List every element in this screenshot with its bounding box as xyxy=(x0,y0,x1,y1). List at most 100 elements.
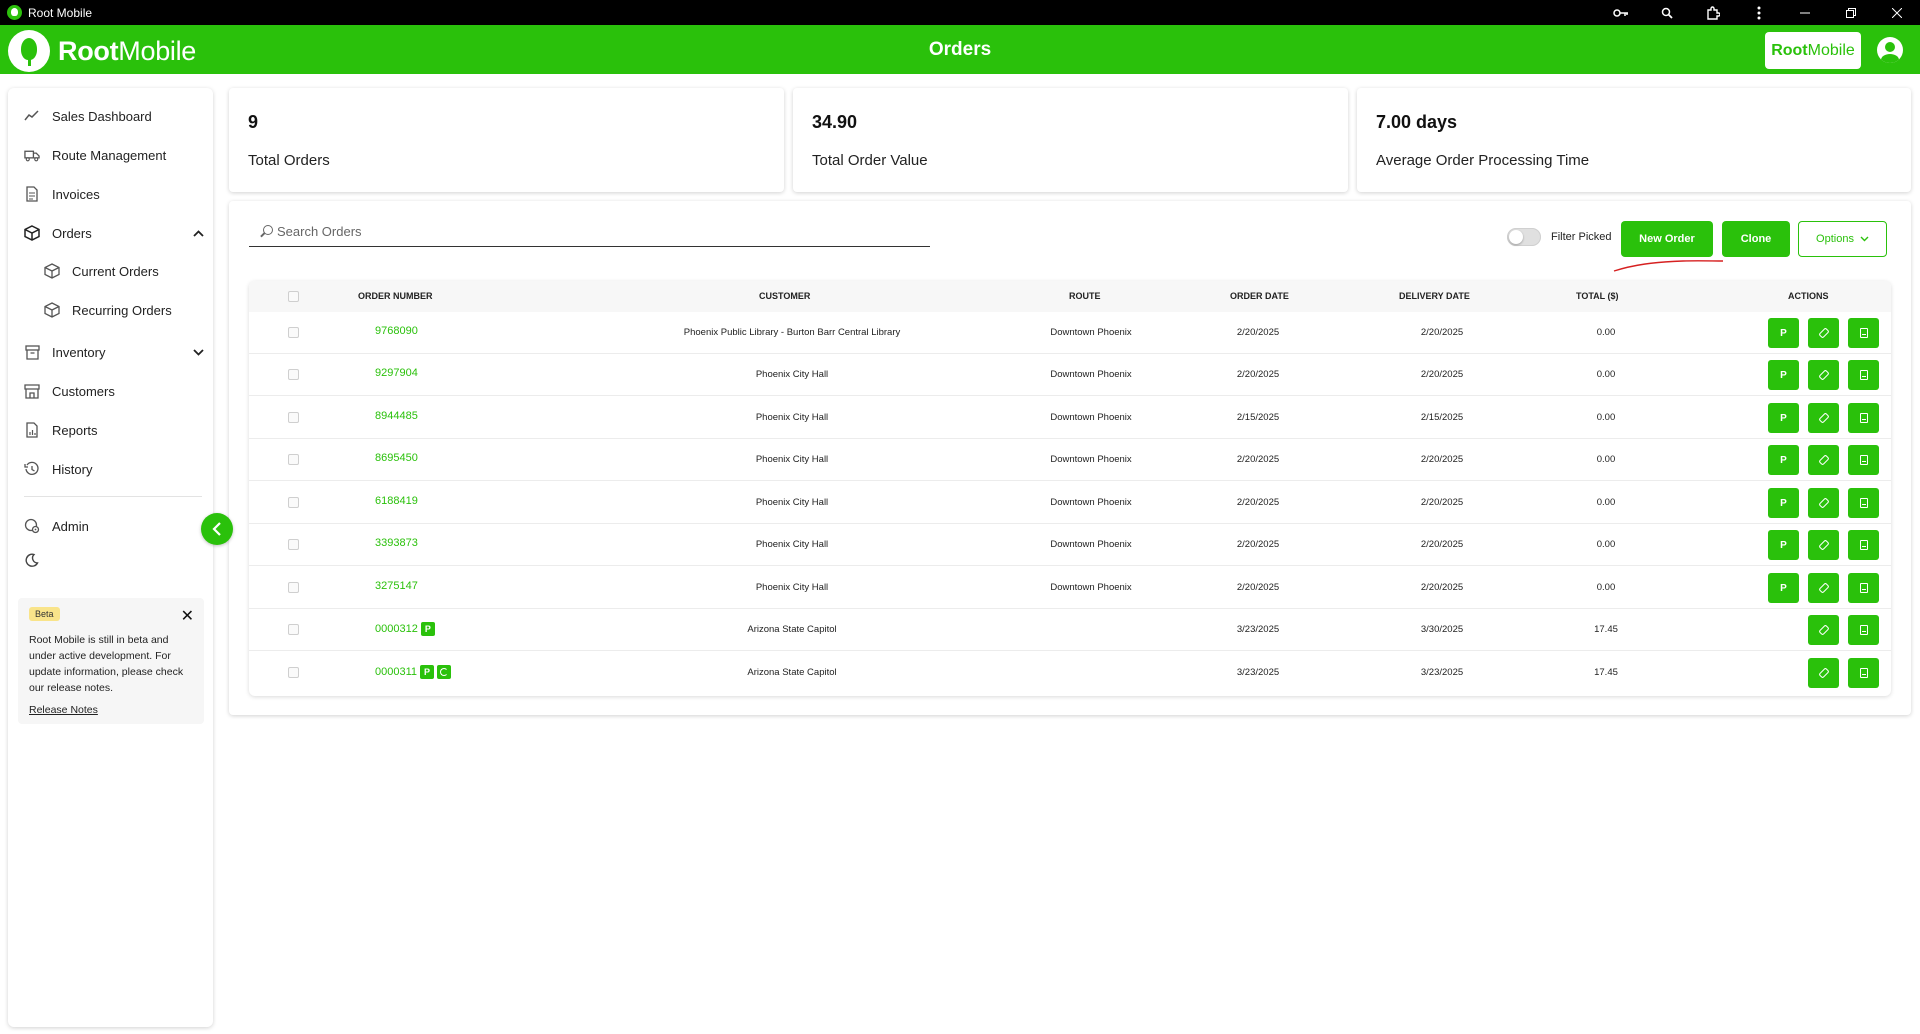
invoice-button[interactable] xyxy=(1848,488,1879,518)
order-number-link[interactable]: 0000312 P xyxy=(375,622,435,636)
window-title: Root Mobile xyxy=(28,5,93,20)
invoice-button[interactable] xyxy=(1848,658,1879,688)
minimize-icon[interactable] xyxy=(1782,0,1828,25)
table-row[interactable]: 0000312 P Arizona State Capitol 3/23/2025 3/… xyxy=(249,609,1891,651)
sidebar-item-label: Sales Dashboard xyxy=(52,108,152,124)
tag-button[interactable] xyxy=(1808,318,1839,348)
pick-button[interactable]: P xyxy=(1768,360,1799,390)
collapse-sidebar-button[interactable] xyxy=(201,513,233,545)
dark-mode-toggle[interactable] xyxy=(24,548,54,572)
tag-button[interactable] xyxy=(1808,445,1839,475)
select-all-checkbox[interactable] xyxy=(288,291,299,302)
order-number-link[interactable]: 8944485 xyxy=(375,410,418,422)
order-number-link[interactable]: 9768090 xyxy=(375,325,418,337)
sidebar-item-customers[interactable]: Customers xyxy=(24,379,204,403)
tag-button[interactable] xyxy=(1808,658,1839,688)
extensions-icon[interactable] xyxy=(1690,0,1736,25)
sidebar-item-reports[interactable]: Reports xyxy=(24,418,204,442)
moon-icon xyxy=(24,552,40,568)
tag-button[interactable] xyxy=(1808,530,1839,560)
row-checkbox[interactable] xyxy=(288,497,299,508)
order-date-cell: 2/20/2025 xyxy=(1236,454,1280,465)
sidebar-item-current-orders[interactable]: Current Orders xyxy=(44,259,224,283)
sidebar-item-invoices[interactable]: Invoices xyxy=(24,182,204,206)
row-checkbox[interactable] xyxy=(288,667,299,678)
beta-notice: Beta ✕ Root Mobile is still in beta and … xyxy=(18,598,204,724)
order-number-link[interactable]: 9297904 xyxy=(375,367,418,379)
sidebar-item-sales-dashboard[interactable]: Sales Dashboard xyxy=(24,104,204,128)
header-route[interactable]: Route xyxy=(1069,291,1101,301)
invoice-button[interactable] xyxy=(1848,615,1879,645)
row-checkbox[interactable] xyxy=(288,582,299,593)
new-order-button[interactable]: New Order xyxy=(1621,221,1713,257)
search-input[interactable] xyxy=(277,224,877,239)
order-number-link[interactable]: 0000311 P xyxy=(375,665,452,679)
sidebar-item-route-management[interactable]: Route Management xyxy=(24,143,204,167)
close-icon[interactable]: ✕ xyxy=(181,606,194,626)
invoice-button[interactable] xyxy=(1848,403,1879,433)
header-order-number[interactable]: Order Number xyxy=(358,291,433,301)
row-checkbox[interactable] xyxy=(288,454,299,465)
row-checkbox[interactable] xyxy=(288,327,299,338)
row-checkbox[interactable] xyxy=(288,369,299,380)
chevron-down-icon[interactable] xyxy=(193,345,204,359)
table-row[interactable]: 3393873 Phoenix City Hall Downtown Phoenix… xyxy=(249,524,1891,566)
sidebar-item-orders[interactable]: Orders xyxy=(24,221,204,245)
table-row[interactable]: 0000311 P Arizona State Capitol 3/23/2025 3/… xyxy=(249,652,1891,694)
tag-button[interactable] xyxy=(1808,360,1839,390)
document-icon xyxy=(1859,668,1868,678)
sidebar-item-recurring-orders[interactable]: Recurring Orders xyxy=(44,298,224,322)
pick-button[interactable]: P xyxy=(1768,318,1799,348)
tag-button[interactable] xyxy=(1808,403,1839,433)
table-row[interactable]: 8944485 Phoenix City Hall Downtown Phoenix… xyxy=(249,397,1891,439)
pick-button[interactable]: P xyxy=(1768,488,1799,518)
key-icon[interactable] xyxy=(1598,0,1644,25)
header-order-date[interactable]: Order Date xyxy=(1230,291,1289,301)
more-icon[interactable] xyxy=(1736,0,1782,25)
release-notes-link[interactable]: Release Notes xyxy=(29,704,98,716)
order-date-cell: 2/20/2025 xyxy=(1236,369,1280,380)
tag-button[interactable] xyxy=(1808,573,1839,603)
sidebar-item-label: History xyxy=(52,461,93,477)
invoice-button[interactable] xyxy=(1848,573,1879,603)
options-button[interactable]: Options xyxy=(1798,221,1887,257)
invoice-button[interactable] xyxy=(1848,530,1879,560)
beta-text: Root Mobile is still in beta and under a… xyxy=(29,634,184,694)
tag-button[interactable] xyxy=(1808,488,1839,518)
pick-button[interactable]: P xyxy=(1768,445,1799,475)
customer-cell: Phoenix City Hall xyxy=(755,497,829,508)
order-number-link[interactable]: 3393873 xyxy=(375,537,418,549)
header-total[interactable]: Total ($) xyxy=(1576,291,1619,301)
chevron-up-icon[interactable] xyxy=(193,226,204,240)
table-row[interactable]: 8695450 Phoenix City Hall Downtown Phoenix… xyxy=(249,439,1891,481)
invoice-button[interactable] xyxy=(1848,360,1879,390)
user-account-icon[interactable] xyxy=(1877,37,1903,63)
order-number-link[interactable]: 8695450 xyxy=(375,452,418,464)
table-row[interactable]: 3275147 Phoenix City Hall Downtown Phoenix… xyxy=(249,567,1891,609)
filter-picked-toggle[interactable] xyxy=(1507,228,1541,246)
row-checkbox[interactable] xyxy=(288,412,299,423)
tag-button[interactable] xyxy=(1808,615,1839,645)
table-row[interactable]: 9297904 Phoenix City Hall Downtown Phoenix… xyxy=(249,354,1891,396)
row-checkbox[interactable] xyxy=(288,624,299,635)
brand-chip[interactable]: Root Mobile xyxy=(1765,32,1861,69)
sidebar-item-inventory[interactable]: Inventory xyxy=(24,340,204,364)
pick-button[interactable]: P xyxy=(1768,403,1799,433)
close-icon[interactable] xyxy=(1874,0,1920,25)
pick-button[interactable]: P xyxy=(1768,573,1799,603)
order-number-link[interactable]: 3275147 xyxy=(375,580,418,592)
invoice-button[interactable] xyxy=(1848,445,1879,475)
header-delivery-date[interactable]: Delivery Date xyxy=(1399,291,1470,301)
clone-button[interactable]: Clone xyxy=(1722,221,1790,257)
zoom-icon[interactable] xyxy=(1644,0,1690,25)
invoice-button[interactable] xyxy=(1848,318,1879,348)
sidebar-item-history[interactable]: History xyxy=(24,457,204,481)
table-row[interactable]: 6188419 Phoenix City Hall Downtown Phoenix… xyxy=(249,482,1891,524)
order-number-link[interactable]: 6188419 xyxy=(375,495,418,507)
row-checkbox[interactable] xyxy=(288,539,299,550)
restore-icon[interactable] xyxy=(1828,0,1874,25)
sidebar-item-admin[interactable]: Admin xyxy=(24,514,204,538)
pick-button[interactable]: P xyxy=(1768,530,1799,560)
header-customer[interactable]: Customer xyxy=(759,291,810,301)
table-row[interactable]: 9768090 Phoenix Public Library - Burton B… xyxy=(249,312,1891,354)
